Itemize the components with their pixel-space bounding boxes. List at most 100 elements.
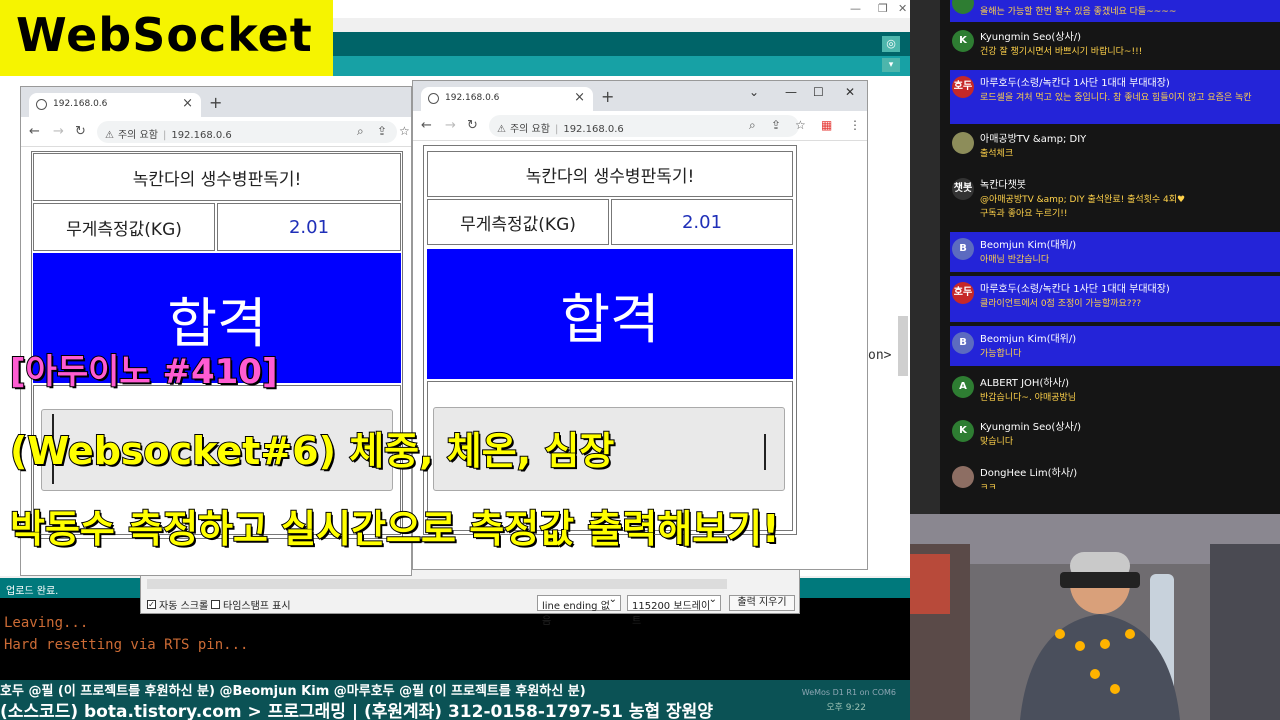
page-title: 녹칸다의 생수병판독기! [33, 153, 401, 201]
webcam-image [910, 514, 1280, 720]
minimize-icon[interactable]: — [785, 85, 797, 99]
new-tab-icon[interactable]: + [209, 93, 222, 112]
security-label: 주의 요함 [117, 130, 158, 141]
avatar: 호두 [952, 76, 974, 98]
chat-text: 맞습니다 [980, 437, 1014, 447]
url-text: 192.168.0.6 [563, 124, 624, 135]
bookmark-star-icon[interactable]: ☆ [399, 124, 410, 138]
chat-message: 호두 마루호두(소령/녹칸다 1사단 1대대 부대대장) 로드셀을 겨처 먹고 있는… [950, 70, 1280, 124]
chat-message: 호두 마루호두(소령/녹칸다 1사단 1대대 부대대장) 클라이언트에서 0점 조정… [950, 276, 1280, 322]
chat-text: 출석체크 [980, 149, 1014, 159]
zoom-icon[interactable]: ⌕ [749, 118, 756, 133]
chat-text: 반갑습니다~. 야매공방님 [980, 393, 1077, 403]
baud-select[interactable]: 115200 보드레이트 [627, 594, 721, 627]
warning-icon: ⚠ [105, 130, 114, 141]
restore-icon[interactable]: ❐ [878, 2, 888, 15]
share-icon[interactable]: ⇪ [771, 118, 781, 132]
menu-kebab-icon[interactable]: ⋮ [849, 118, 861, 132]
chat-message: K Kyungmin Seo(상사/) 맞습니다 [950, 414, 1280, 456]
chat-text: 로드셀을 겨처 먹고 있는 중입니다. 참 좋네요 힘들이지 않고 요즘은 녹칸 [980, 93, 1252, 103]
address-bar-row: ← → ↻ ⚠ 주의 요함 | 192.168.0.6 ⌕ ⇪ ☆ ▦ ⋮ [413, 111, 867, 141]
avatar: A [952, 376, 974, 398]
avatar [952, 466, 974, 488]
autoscroll-checkbox[interactable]: ✓ 자동 스크롤 [147, 597, 208, 612]
console-line: Hard resetting via RTS pin... [4, 637, 249, 653]
tab-strip: 192.168.0.6 × + [21, 87, 411, 117]
warning-icon: ⚠ [497, 124, 506, 135]
avatar: 호두 [952, 282, 974, 304]
globe-icon [428, 93, 439, 104]
browser-tab[interactable]: 192.168.0.6 × [29, 93, 201, 117]
chat-author: 아매공방TV &amp; DIY [980, 134, 1087, 145]
bookmark-star-icon[interactable]: ☆ [795, 118, 806, 132]
close-tab-icon[interactable]: × [182, 96, 193, 111]
globe-icon [36, 99, 47, 110]
chat-author: Kyungmin Seo(상사/) [980, 32, 1081, 43]
reload-icon[interactable]: ↻ [75, 124, 86, 139]
editor-scrollbar[interactable] [898, 316, 908, 376]
zoom-icon[interactable]: ⌕ [357, 124, 364, 139]
clear-output-button[interactable]: 출력 지우기 [729, 595, 795, 611]
overlay-title-line2: 박동수 측정하고 실시간으로 측정값 출력해보기! [9, 506, 780, 552]
close-icon[interactable]: ✕ [898, 2, 907, 15]
chevron-down-icon[interactable]: ⌄ [749, 85, 759, 99]
tab-title: 192.168.0.6 [445, 93, 500, 103]
websocket-badge: WebSocket [0, 0, 333, 76]
avatar: K [952, 30, 974, 52]
screen: — ❐ ✕ ◎ ▾ on> 업로드 완료. Leaving... Hard re… [0, 0, 1280, 720]
chat-text: 클라이언트에서 0점 조정이 가능할까요??? [980, 299, 1142, 309]
chat-author: DongHee Lim(하사/) [980, 468, 1078, 479]
chat-text: ㅋㅋ [980, 483, 997, 493]
browser-tab[interactable]: 192.168.0.6 × [421, 87, 593, 111]
back-icon[interactable]: ← [29, 124, 40, 139]
timestamp-checkbox[interactable]: 타임스탬프 표시 [211, 597, 291, 612]
timestamp-label: 타임스탬프 표시 [223, 601, 291, 612]
url-field[interactable]: ⚠ 주의 요함 | 192.168.0.6 [97, 121, 397, 143]
chat-message: 챗봇 녹칸다챗봇 @아매공방TV &amp; DIY 출석완료! 출석횟수 4회♥ 구… [950, 172, 1280, 224]
forward-icon[interactable]: → [445, 118, 456, 133]
serial-monitor-icon[interactable]: ◎ [882, 36, 900, 52]
chat-message: DongHee Lim(하사/) ㅋㅋ [950, 460, 1280, 504]
chat-text: 구독과 좋아요 누르기!! [980, 209, 1068, 219]
weight-label: 무게측정값(KG) [427, 199, 609, 245]
address-bar-row: ← → ↻ ⚠ 주의 요함 | 192.168.0.6 ⌕ ⇪ ☆ [21, 117, 411, 147]
avatar: B [952, 238, 974, 260]
avatar: B [952, 332, 974, 354]
serial-hscrollbar[interactable] [147, 579, 727, 589]
tab-menu-icon[interactable]: ▾ [882, 58, 900, 72]
weight-value: 2.01 [217, 203, 401, 251]
forward-icon[interactable]: → [53, 124, 64, 139]
url-text: 192.168.0.6 [171, 130, 232, 141]
chat-text: @아매공방TV &amp; DIY 출석완료! 출석횟수 4회♥ [980, 195, 1186, 205]
chat-text: 건강 잘 챙기시면서 바쁘시기 바랍니다~!!! [980, 47, 1143, 57]
chat-divider [910, 0, 940, 514]
avatar [952, 0, 974, 14]
chat-text: 올해는 가능할 한번 찰수 있음 좋겠네요 다들~~~~ [980, 7, 1177, 17]
chat-message: 올해는 가능할 한번 찰수 있음 좋겠네요 다들~~~~ [950, 0, 1280, 22]
weight-value: 2.01 [611, 199, 793, 245]
avatar: 챗봇 [952, 178, 974, 200]
chat-author: Kyungmin Seo(상사/) [980, 422, 1081, 433]
chat-message: B Beomjun Kim(대위/) 가능합니다 [950, 326, 1280, 366]
security-label: 주의 요함 [509, 124, 550, 135]
avatar [952, 132, 974, 154]
chat-text: 아매님 반갑습니다 [980, 255, 1050, 265]
close-icon[interactable]: ✕ [845, 85, 855, 99]
new-tab-icon[interactable]: + [601, 87, 614, 106]
extension-icon[interactable]: ▦ [821, 118, 832, 132]
chat-message: K Kyungmin Seo(상사/) 건강 잘 챙기시면서 바쁘시기 바랍니다~!… [950, 24, 1280, 66]
minimize-icon[interactable]: — [850, 2, 861, 15]
share-icon[interactable]: ⇪ [377, 124, 387, 138]
live-chat-panel: 올해는 가능할 한번 찰수 있음 좋겠네요 다들~~~~ K Kyungmin Se… [940, 0, 1280, 514]
back-icon[interactable]: ← [421, 118, 432, 133]
chat-text: 가능합니다 [980, 349, 1022, 359]
close-tab-icon[interactable]: × [574, 90, 585, 105]
result-pass: 합격 [427, 249, 793, 379]
reload-icon[interactable]: ↻ [467, 118, 478, 133]
browser-window-right: 192.168.0.6 × + ⌄ — ☐ ✕ ← → ↻ ⚠ 주의 요함 | 192… [412, 80, 868, 570]
line-ending-select[interactable]: line ending 없음 [537, 594, 621, 627]
overlay-episode: [아두이노 #410] [9, 351, 278, 393]
maximize-icon[interactable]: ☐ [813, 85, 824, 99]
chat-author: Beomjun Kim(대위/) [980, 334, 1077, 345]
avatar: K [952, 420, 974, 442]
